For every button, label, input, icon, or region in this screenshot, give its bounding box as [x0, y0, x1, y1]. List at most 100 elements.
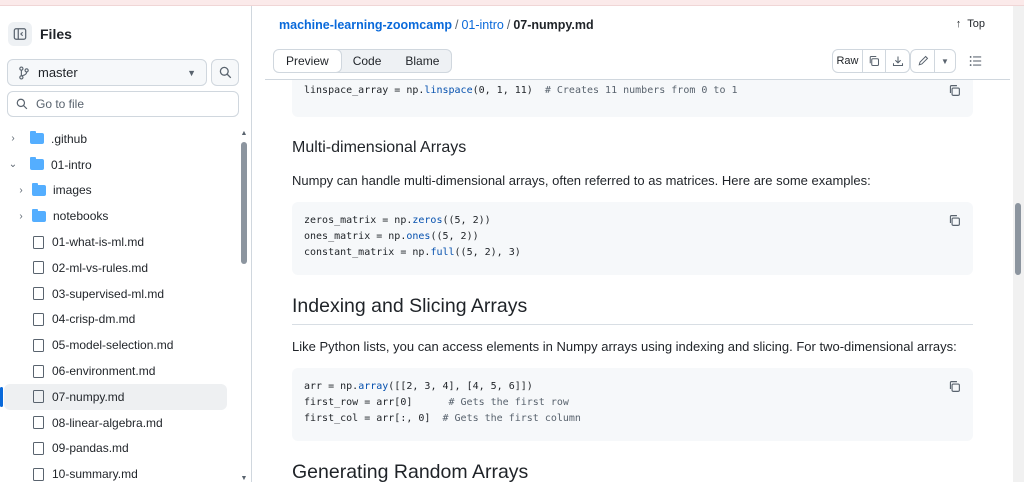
chevron-right-icon: › [19, 210, 23, 222]
search-icon [219, 66, 231, 79]
file-icon [33, 261, 44, 275]
tree-item-file[interactable]: 05-model-selection.md [0, 332, 240, 358]
pencil-icon [918, 55, 928, 66]
go-to-file-input[interactable]: Go to file [7, 91, 239, 117]
search-icon [16, 98, 28, 110]
search-files-button[interactable] [211, 59, 239, 86]
edit-file-button[interactable] [911, 50, 935, 72]
code-function: ones [406, 231, 431, 242]
tree-item-label: 01-intro [51, 157, 92, 172]
code-comment: # Gets the first row [448, 397, 569, 408]
tab-code[interactable]: Code [341, 50, 394, 72]
outline-button[interactable] [965, 52, 985, 70]
code-text: first_col = arr[:, 0] [304, 413, 443, 424]
tab-blame[interactable]: Blame [393, 50, 451, 72]
edit-options-dropdown[interactable]: ▼ [935, 50, 955, 72]
code-function: zeros [412, 215, 443, 226]
code-comment: # Creates 11 numbers from 0 to 1 [544, 85, 738, 96]
sidebar-scrollbar[interactable]: ▲ ▼ [240, 130, 248, 482]
copy-icon [949, 215, 960, 226]
tree-item-images-folder[interactable]: › images [0, 178, 240, 204]
file-viewer: machine-learning-zoomcamp/01-intro/07-nu… [265, 6, 1010, 482]
markdown-body: linspace_array = np.linspace(0, 1, 11) #… [292, 80, 973, 482]
tree-item-file[interactable]: 03-supervised-ml.md [0, 281, 240, 307]
code-function: linspace [424, 85, 473, 96]
code-text: first_row = arr[0] [304, 397, 449, 408]
file-icon [33, 441, 44, 455]
copy-code-button[interactable] [948, 214, 961, 233]
breadcrumb-separator: / [454, 18, 459, 32]
code-block-linspace: linspace_array = np.linspace(0, 1, 11) #… [292, 80, 973, 117]
file-icon [33, 364, 44, 378]
copy-code-button[interactable] [948, 84, 961, 103]
copy-raw-button[interactable] [863, 50, 886, 72]
copy-code-button[interactable] [948, 380, 961, 399]
breadcrumb-current-file: 07-numpy.md [513, 18, 594, 32]
breadcrumb-folder-link[interactable]: 01-intro [461, 18, 503, 32]
code-text: arr = np. [304, 381, 359, 392]
tree-item-label: 06-environment.md [52, 364, 156, 379]
breadcrumb-repo-link[interactable]: machine-learning-zoomcamp [279, 18, 452, 32]
tab-preview[interactable]: Preview [274, 50, 342, 72]
raw-button[interactable]: Raw [833, 50, 863, 72]
copy-icon [869, 55, 880, 67]
sidebar-title: Files [40, 26, 72, 42]
scroll-down-arrow-icon[interactable]: ▼ [240, 475, 248, 482]
tree-item-file[interactable]: 02-ml-vs-rules.md [0, 255, 240, 281]
top-link-label: Top [967, 18, 985, 30]
file-icon [33, 390, 44, 404]
file-icon [33, 312, 44, 326]
file-icon [33, 416, 44, 430]
tree-item-file[interactable]: 10-summary.md [0, 461, 240, 482]
view-mode-tabs: Preview Code Blame [273, 49, 453, 73]
raw-actions-group: Raw [832, 49, 910, 73]
back-to-top-link[interactable]: ↑ Top [956, 18, 985, 30]
edit-actions-group: ▼ [910, 49, 956, 73]
tree-item-01-intro-folder[interactable]: ⌄ 01-intro [0, 152, 240, 178]
chevron-right-icon: › [11, 133, 15, 145]
scroll-up-arrow-icon[interactable]: ▲ [240, 130, 248, 137]
file-icon [33, 467, 44, 481]
sidebar-header: Files [8, 22, 72, 46]
folder-icon [30, 131, 44, 145]
tree-item-label: images [53, 183, 92, 198]
chevron-down-icon: ⌄ [8, 159, 18, 171]
paragraph-multi-dimensional: Numpy can handle multi-dimensional array… [292, 173, 871, 188]
code-text: ((5, 2)) [430, 231, 479, 242]
tree-item-github-folder[interactable]: › .github [0, 126, 240, 152]
code-block-matrices: zeros_matrix = np.zeros((5, 2)) ones_matr… [292, 202, 973, 275]
file-icon [33, 235, 44, 249]
page-scrollbar[interactable] [1013, 6, 1024, 482]
code-text: ((5, 2), 3) [454, 247, 521, 258]
page-scroll-thumb[interactable] [1015, 203, 1021, 275]
sidebar-scroll-thumb[interactable] [241, 142, 247, 264]
code-line: arr = np.array([[2, 3, 4], [4, 5, 6]]) [304, 379, 961, 395]
copy-icon [949, 85, 960, 96]
branch-selector[interactable]: master ▼ [7, 59, 207, 86]
heading-multi-dimensional-arrays: Multi-dimensional Arrays [292, 139, 467, 156]
tree-item-file[interactable]: 04-crisp-dm.md [0, 307, 240, 333]
tree-item-label: .github [51, 131, 88, 146]
tree-item-notebooks-folder[interactable]: › notebooks [0, 203, 240, 229]
tree-item-label: notebooks [53, 209, 109, 224]
tree-item-file[interactable]: 01-what-is-ml.md [0, 229, 240, 255]
tree-item-file[interactable]: 06-environment.md [0, 358, 240, 384]
code-text: ones_matrix = np. [304, 231, 407, 242]
tree-item-file[interactable]: 08-linear-algebra.md [0, 410, 240, 436]
tree-item-label: 05-model-selection.md [52, 338, 174, 353]
folder-icon [32, 208, 46, 222]
copy-icon [949, 381, 960, 392]
code-line: zeros_matrix = np.zeros((5, 2)) [304, 213, 961, 229]
collapse-sidebar-button[interactable] [8, 22, 32, 46]
tree-item-file-selected[interactable]: 07-numpy.md [0, 383, 227, 410]
tree-item-label: 07-numpy.md [52, 389, 125, 404]
heading-indexing-and-slicing: Indexing and Slicing Arrays [292, 295, 973, 325]
folder-open-icon [30, 157, 44, 171]
tree-item-label: 08-linear-algebra.md [52, 415, 163, 430]
tree-item-file[interactable]: 09-pandas.md [0, 436, 240, 462]
paragraph-indexing: Like Python lists, you can access elemen… [292, 339, 957, 354]
code-comment: # Gets the first column [442, 413, 581, 424]
code-text: zeros_matrix = np. [304, 215, 413, 226]
download-button[interactable] [886, 50, 909, 72]
breadcrumb-separator: / [506, 18, 511, 32]
